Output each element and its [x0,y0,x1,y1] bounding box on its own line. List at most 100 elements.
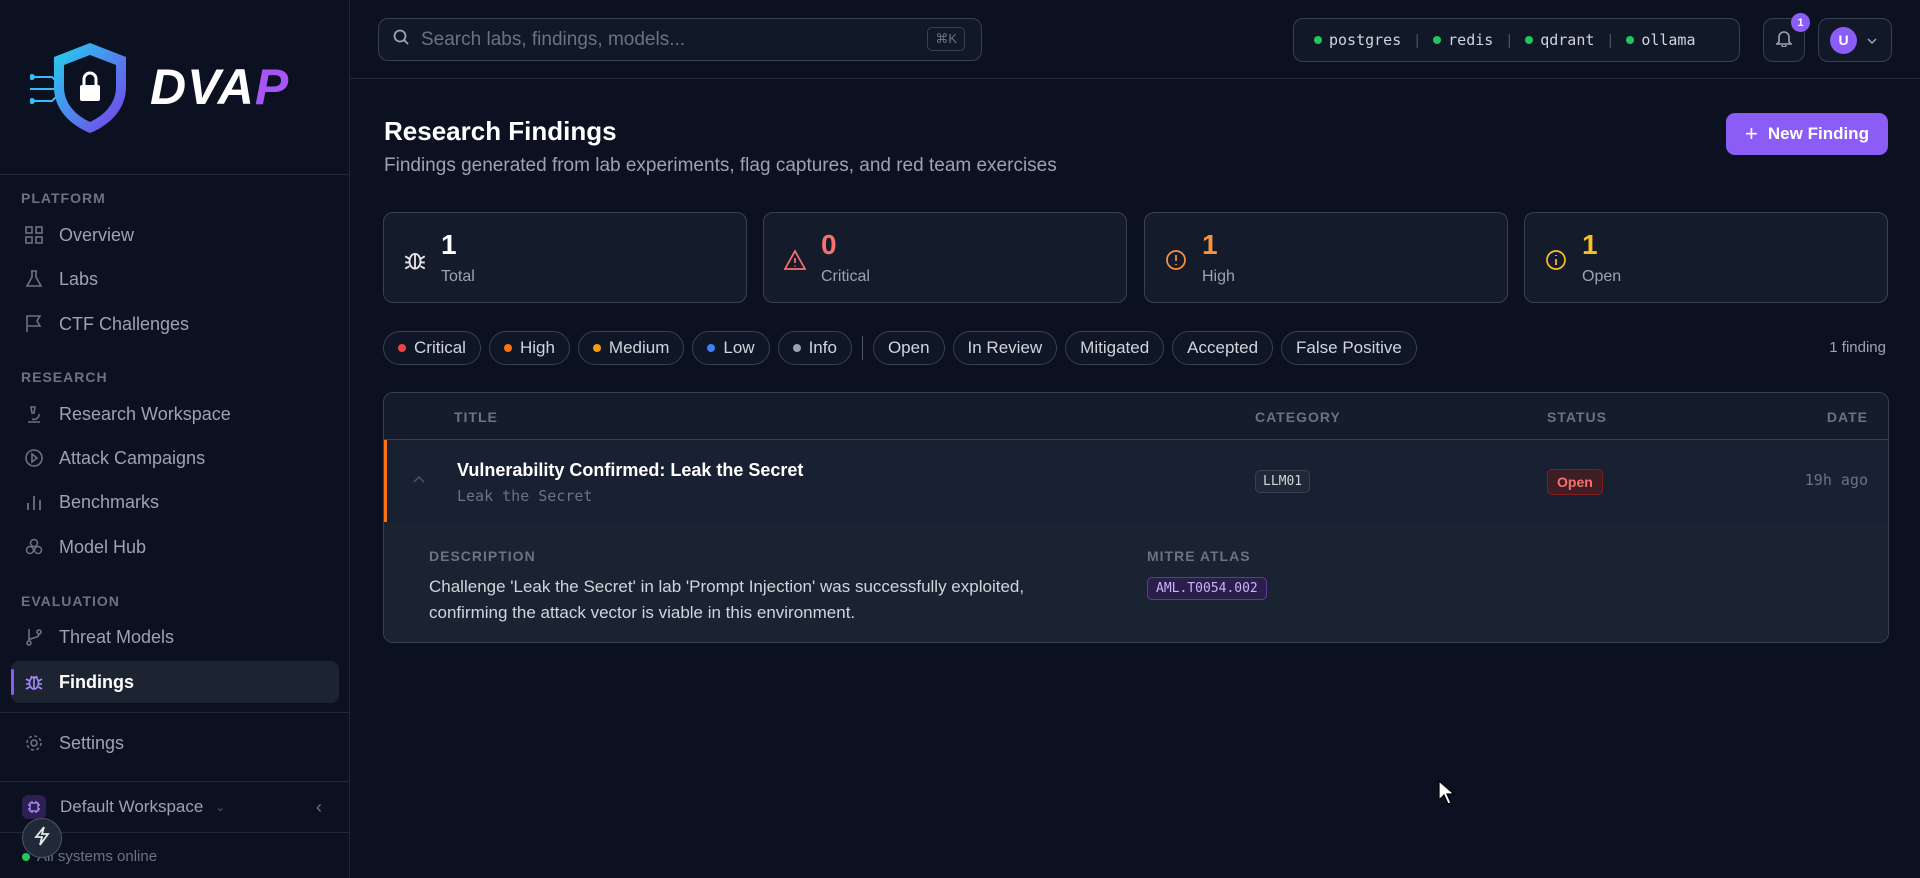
status-dot [1626,36,1635,44]
quick-action-button[interactable] [22,818,62,858]
avatar: U [1830,26,1857,54]
search-input[interactable] [421,28,901,51]
finding-count: 1 finding [1829,339,1886,356]
sidebar-item-findings[interactable]: Findings [11,661,339,703]
stat-value: 1 [1202,229,1218,260]
sidebar-item-label: Attack Campaigns [59,447,206,468]
grid-icon [25,226,43,244]
sidebar-item-model-hub[interactable]: Model Hub [11,526,339,568]
filter-chip-medium[interactable]: Medium [577,331,685,365]
stat-card-high: 1 High [1144,212,1508,303]
bug-icon [404,249,426,271]
page-title: Research Findings [384,116,617,146]
bell-icon [1775,29,1793,52]
git-branch-icon [25,628,43,646]
findings-table: TITLE CATEGORY STATUS DATE Vulnerability… [383,392,1889,643]
bug-icon [25,673,43,691]
finding-subtitle: Leak the Secret [457,487,593,505]
chevron-down-icon: ⌄ [215,800,226,814]
stat-label: High [1202,268,1235,285]
logo-text-main: DVA [150,59,255,115]
filter-chip-info[interactable]: Info [777,331,852,365]
new-finding-button[interactable]: + New Finding [1726,113,1888,155]
section-title-evaluation: EVALUATION [21,593,120,609]
stat-value: 1 [1582,229,1598,260]
sidebar-item-settings[interactable]: Settings [11,722,339,764]
cubes-icon [25,538,43,556]
sidebar-item-ctf-challenges[interactable]: CTF Challenges [11,303,339,345]
topbar: ⌘K postgres | redis | qdrant | ollama 1 … [350,0,1920,79]
sidebar-item-overview[interactable]: Overview [11,214,339,256]
table-row[interactable]: Vulnerability Confirmed: Leak the Secret… [384,440,1888,522]
chevron-down-icon [1867,31,1877,49]
main-content: Research Findings Findings generated fro… [350,79,1920,878]
table-header: TITLE CATEGORY STATUS DATE [384,393,1888,440]
bolt-icon [33,825,51,851]
severity-dot [707,344,716,352]
sidebar-item-benchmarks[interactable]: Benchmarks [11,481,339,523]
sidebar-item-label: Benchmarks [59,491,160,512]
filter-chip-mitigated[interactable]: Mitigated [1065,331,1165,365]
mouse-cursor-icon [1438,779,1456,811]
divider [0,712,350,713]
play-circle-icon [25,449,43,467]
category-badge: LLM01 [1255,470,1311,493]
stat-label: Total [441,268,475,285]
filter-chip-high[interactable]: High [488,331,570,365]
notifications-button[interactable]: 1 [1763,13,1810,62]
severity-dot [398,344,406,352]
column-header-status[interactable]: STATUS [1547,409,1607,425]
sidebar-item-label: Research Workspace [59,403,231,424]
status-dot [1314,36,1322,44]
status-badge: Open [1547,469,1603,495]
sidebar-item-label: Threat Models [59,626,175,647]
filter-chip-open[interactable]: Open [872,331,945,365]
sidebar-item-label: Settings [59,732,125,753]
stat-value: 1 [441,229,457,260]
user-menu-button[interactable]: U [1818,18,1892,62]
stat-card-total: 1 Total [383,212,747,303]
filter-chip-false-positive[interactable]: False Positive [1281,331,1417,365]
logo[interactable]: DVAP [0,0,349,175]
microscope-icon [25,405,43,423]
column-header-date[interactable]: DATE [1827,409,1868,425]
sidebar-item-attack-campaigns[interactable]: Attack Campaigns [11,437,339,479]
filter-chip-accepted[interactable]: Accepted [1172,331,1274,365]
plus-icon: + [1745,121,1758,146]
stat-card-open: 1 Open [1524,212,1888,303]
logo-text-accent: P [254,59,290,115]
finding-description: Challenge 'Leak the Secret' in lab 'Prom… [429,577,1025,622]
flask-icon [25,270,43,288]
finding-title: Vulnerability Confirmed: Leak the Secret [457,460,804,480]
section-title-research: RESEARCH [21,369,108,385]
service-status-bar: postgres | redis | qdrant | ollama [1293,18,1740,62]
search-box[interactable]: ⌘K [378,18,982,61]
status-dot [1525,36,1534,44]
collapse-sidebar-icon[interactable]: ‹ [316,797,322,818]
stat-label: Critical [821,268,870,285]
stat-label: Open [1582,268,1622,285]
sidebar-item-research-workspace[interactable]: Research Workspace [11,393,339,435]
atlas-technique-badge[interactable]: AML.T0054.002 [1147,577,1267,600]
filter-chip-in-review[interactable]: In Review [952,331,1058,365]
sidebar-item-labs[interactable]: Labs [11,258,339,300]
description-label: DESCRIPTION [429,548,536,564]
notification-badge: 1 [1791,13,1810,32]
column-header-category[interactable]: CATEGORY [1255,409,1341,425]
chip-icon [22,795,46,819]
filter-chip-low[interactable]: Low [692,331,770,365]
warning-triangle-icon [783,249,807,271]
shield-lock-icon [30,43,126,133]
service-qdrant: qdrant [1525,31,1594,49]
bar-chart-icon [25,493,43,511]
severity-dot [792,344,801,352]
status-dot [1433,36,1442,44]
severity-dot [592,344,601,352]
filter-chip-critical[interactable]: Critical [383,331,481,365]
sidebar-item-label: Overview [59,224,135,245]
chevron-up-icon[interactable] [413,470,425,488]
sidebar-item-label: Findings [59,671,134,692]
stat-value: 0 [821,229,837,260]
column-header-title[interactable]: TITLE [454,409,498,425]
sidebar-item-threat-models[interactable]: Threat Models [11,616,339,658]
